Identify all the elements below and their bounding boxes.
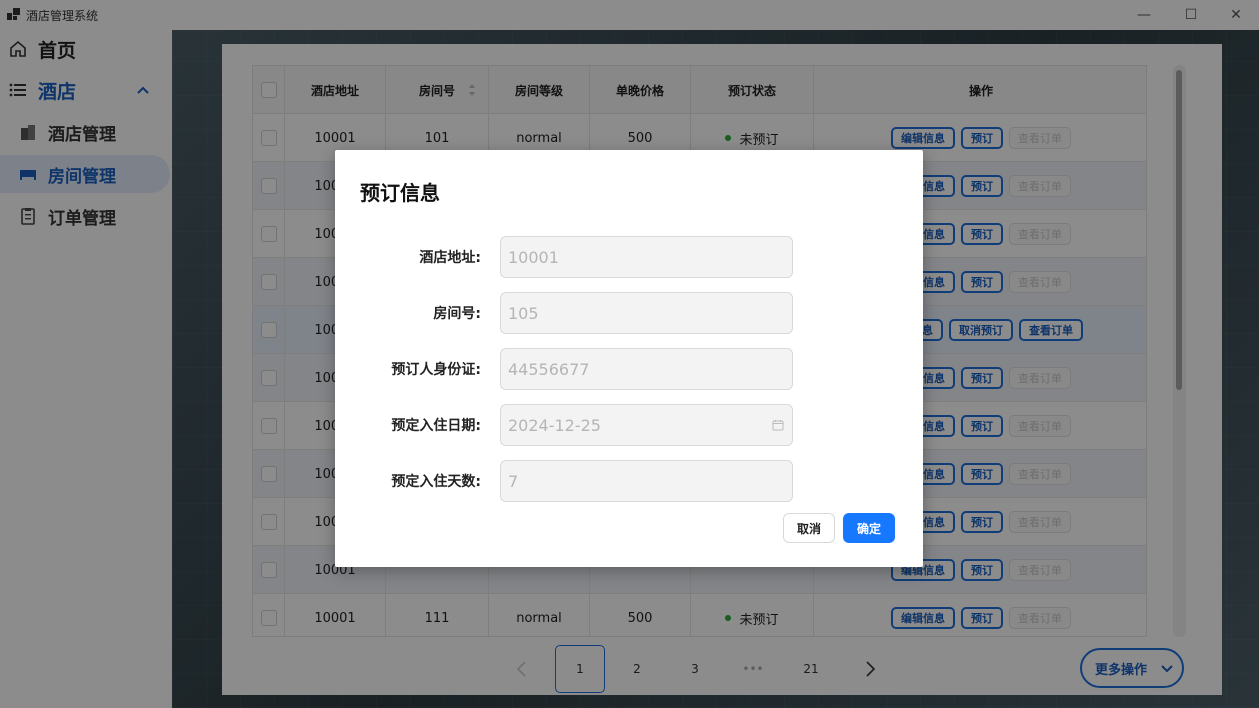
checkin-date-field[interactable]: 2024-12-25 bbox=[500, 404, 793, 446]
calendar-icon[interactable] bbox=[772, 419, 784, 431]
dialog-title: 预订信息 bbox=[360, 181, 440, 205]
room-number-field[interactable]: 105 bbox=[500, 292, 793, 334]
field-label-address: 酒店地址: bbox=[419, 250, 481, 266]
booking-dialog: 预订信息 酒店地址: 10001 房间号: 105 预订人身份证: 445566… bbox=[335, 150, 923, 567]
cancel-button[interactable]: 取消 bbox=[783, 513, 835, 543]
field-label-days: 预定入住天数: bbox=[391, 474, 481, 490]
stay-days-field[interactable]: 7 bbox=[500, 460, 793, 502]
confirm-button[interactable]: 确定 bbox=[843, 513, 895, 543]
field-label-id: 预订人身份证: bbox=[391, 362, 481, 378]
id-number-field[interactable]: 44556677 bbox=[500, 348, 793, 390]
field-label-room: 房间号: bbox=[433, 306, 481, 322]
address-field[interactable]: 10001 bbox=[500, 236, 793, 278]
field-label-date: 预定入住日期: bbox=[391, 418, 481, 434]
checkin-date-value: 2024-12-25 bbox=[508, 415, 601, 435]
